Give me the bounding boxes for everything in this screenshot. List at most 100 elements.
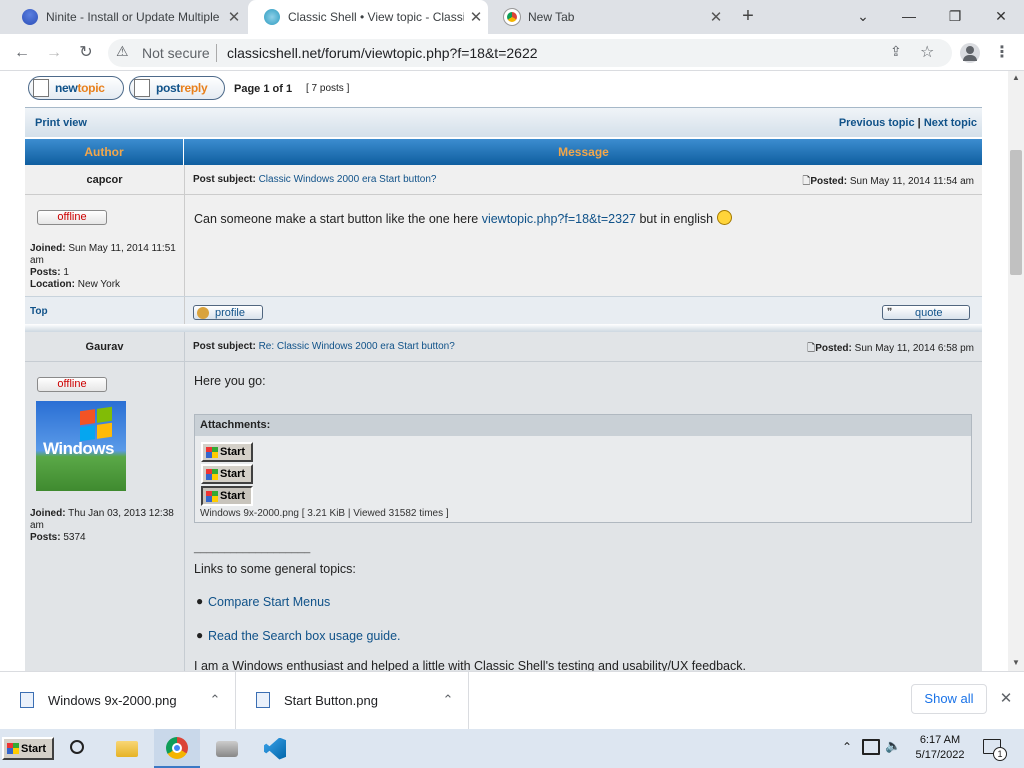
author-profile-info: Joined: Sun May 11, 2014 11:51 am Posts:…: [30, 243, 180, 291]
taskbar-start-button[interactable]: Start: [2, 737, 54, 760]
post-text: Here you go:: [194, 374, 266, 388]
chevron-up-icon[interactable]: ⌃: [195, 692, 235, 708]
posts-label: Posts:: [30, 532, 61, 543]
download-item[interactable]: Start Button.png ⌃: [236, 671, 469, 729]
show-all-button[interactable]: Show all: [911, 684, 987, 714]
quote-button[interactable]: ❞ quote: [882, 305, 970, 320]
scroll-down-icon[interactable]: ▼: [1010, 657, 1022, 669]
quote-icon: ❞: [887, 307, 893, 318]
tab-classic-shell[interactable]: Classic Shell • View topic - Classic Win…: [248, 0, 488, 34]
post-header-row: capcor Post subject: Classic Windows 200…: [25, 165, 982, 195]
cell-divider: [184, 332, 185, 362]
reload-icon[interactable]: ↻: [74, 41, 98, 65]
cell-divider: [184, 165, 185, 195]
menu-kebab-icon[interactable]: ⋮: [990, 41, 1014, 65]
tab-new-tab[interactable]: New Tab ✕: [488, 0, 728, 34]
nav-separator: |: [917, 117, 921, 129]
tab-search-icon[interactable]: ⌄: [840, 4, 886, 28]
close-tab-icon[interactable]: ✕: [222, 8, 246, 26]
attachment-caption: Windows 9x-2000.png [ 3.21 KiB | Viewed …: [200, 508, 449, 519]
topic-navigation: Previous topic | Next topic: [839, 117, 977, 129]
signature-link[interactable]: Compare Start Menus: [208, 595, 330, 609]
tray-overflow-icon[interactable]: ⌃: [838, 740, 856, 754]
post-subject-link[interactable]: Re: Classic Windows 2000 era Start butto…: [259, 341, 455, 352]
top-link[interactable]: Top: [30, 306, 48, 317]
start-text: Start: [220, 446, 246, 458]
start-text: Start: [220, 468, 246, 480]
warning-icon[interactable]: ⚠: [116, 43, 129, 60]
previous-topic-link[interactable]: Previous topic: [839, 117, 915, 129]
start-button-preview[interactable]: Start: [201, 464, 253, 484]
download-item[interactable]: Windows 9x-2000.png ⌃: [0, 671, 236, 729]
windows-flag-icon: [206, 446, 218, 458]
tab-ninite[interactable]: Ninite - Install or Update Multiple Apps…: [6, 0, 246, 34]
post-text: Can someone make a start button like the…: [194, 212, 479, 226]
restore-icon[interactable]: ❐: [932, 4, 978, 28]
button-label-part: topic: [77, 81, 105, 95]
security-label[interactable]: Not secure: [142, 45, 210, 61]
post-footer-row: Top profile ❞ quote: [25, 296, 982, 325]
start-button-preview[interactable]: Start: [201, 442, 253, 462]
bookmark-star-icon[interactable]: ☆: [920, 42, 934, 62]
post-date: 🗋Posted: Sun May 11, 2014 6:58 pm: [807, 341, 974, 358]
next-topic-link[interactable]: Next topic: [924, 117, 977, 129]
button-label-part: new: [55, 81, 78, 95]
close-tab-icon[interactable]: ✕: [704, 8, 728, 26]
new-topic-button[interactable]: new topic: [28, 76, 124, 100]
scrollbar-thumb[interactable]: [1010, 150, 1022, 275]
back-icon[interactable]: ←: [10, 41, 34, 65]
url-text[interactable]: classicshell.net/forum/viewtopic.php?f=1…: [227, 45, 538, 61]
post-subject: Post subject: Classic Windows 2000 era S…: [193, 174, 436, 185]
location-label: Location:: [30, 279, 75, 290]
profile-label: profile: [215, 306, 245, 319]
page-icon: [134, 79, 150, 97]
share-icon[interactable]: ⇪: [890, 43, 902, 60]
location-value: New York: [77, 279, 121, 290]
vscode-icon[interactable]: [252, 729, 298, 768]
post-reply-button[interactable]: post reply: [129, 76, 225, 100]
posted-date: Sun May 11, 2014 11:54 am: [849, 176, 974, 187]
tab-title: New Tab: [528, 10, 575, 24]
network-icon[interactable]: [862, 739, 880, 755]
page-icon: [33, 79, 49, 97]
notification-center-icon[interactable]: 1: [983, 739, 1007, 761]
chrome-taskbar-icon[interactable]: [154, 729, 200, 768]
print-view-link[interactable]: Print view: [35, 117, 87, 129]
post-icon: 🗋: [807, 343, 816, 354]
cell-divider: [184, 297, 185, 325]
search-icon[interactable]: [56, 729, 102, 768]
forward-icon[interactable]: →: [42, 41, 66, 65]
post-author: Gaurav: [85, 341, 124, 353]
file-explorer-icon[interactable]: [104, 729, 150, 768]
subject-label: Post subject:: [193, 174, 256, 185]
pagination-label: Page 1 of 1: [234, 83, 293, 95]
attachment-meta: [ 3.21 KiB | Viewed 31582 times ]: [301, 508, 449, 519]
bullet-icon: ●: [196, 628, 204, 642]
offline-badge: offline: [37, 377, 107, 392]
scroll-up-icon[interactable]: ▲: [1010, 72, 1022, 84]
address-bar[interactable]: ⚠ Not secure classicshell.net/forum/view…: [108, 39, 952, 67]
close-window-icon[interactable]: ✕: [978, 4, 1024, 28]
new-tab-icon[interactable]: +: [736, 5, 760, 29]
profile-avatar-icon[interactable]: [960, 43, 980, 63]
file-icon: [256, 692, 270, 708]
close-shelf-icon[interactable]: ✕: [996, 689, 1016, 709]
chevron-up-icon[interactable]: ⌃: [428, 692, 468, 708]
close-tab-icon[interactable]: ✕: [464, 8, 488, 26]
signature-link[interactable]: Read the Search box usage guide.: [208, 629, 401, 643]
offline-badge: offline: [37, 210, 107, 225]
volume-icon[interactable]: 🔈: [885, 738, 903, 754]
cell-divider: [184, 362, 185, 671]
post-total: 5374: [63, 532, 86, 543]
clock[interactable]: 6:17 AM 5/17/2022: [912, 733, 968, 763]
disk-cleanup-icon[interactable]: [204, 729, 250, 768]
profile-button[interactable]: profile: [193, 305, 263, 320]
signature-text: Links to some general topics:: [194, 562, 356, 576]
post-subject-link[interactable]: Classic Windows 2000 era Start button?: [259, 174, 437, 185]
windows-flag-icon: [206, 468, 218, 480]
post-body-link[interactable]: viewtopic.php?f=18&t=2327: [482, 212, 636, 226]
post-body-row: offline Windows Joined: Thu Jan 03, 2013…: [25, 362, 982, 671]
minimize-icon[interactable]: —: [886, 4, 932, 28]
start-text: Start: [220, 490, 246, 502]
start-button-preview[interactable]: Start: [201, 486, 253, 506]
